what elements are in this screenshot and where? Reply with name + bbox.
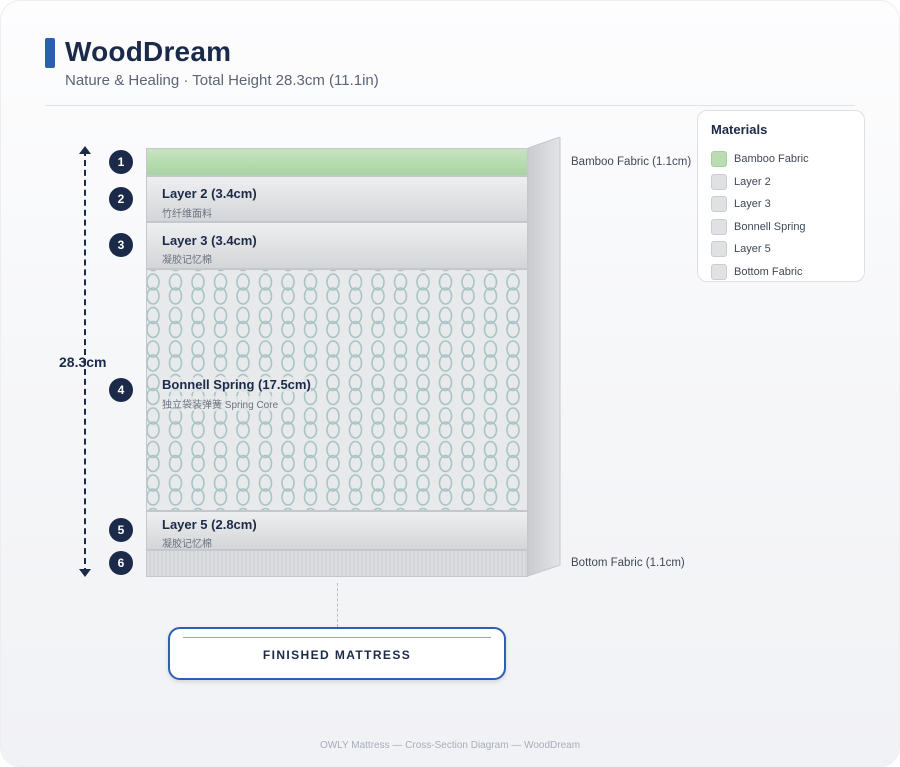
- layer-title: Layer 2 (3.4cm): [162, 186, 257, 201]
- legend-swatch: [711, 241, 727, 257]
- layer-6-bottom-fabric: [146, 550, 528, 577]
- legend-label: Layer 3: [734, 198, 771, 210]
- legend-swatch: [711, 196, 727, 212]
- mattress-side-face: [528, 137, 561, 577]
- layer-title: Layer 3 (3.4cm): [162, 233, 257, 248]
- finished-box-rule: [183, 637, 491, 638]
- legend-label: Layer 5: [734, 243, 771, 255]
- layer-2: Layer 2 (3.4cm) 竹纤维面料: [146, 176, 528, 222]
- connector-line: [337, 583, 338, 627]
- layer-1-bamboo-fabric: [146, 148, 528, 176]
- height-dimension-label: 28.3cm: [59, 354, 107, 370]
- finished-mattress-box: FINISHED MATTRESS: [168, 627, 506, 680]
- layer-5: Layer 5 (2.8cm) 凝胶记忆棉: [146, 511, 528, 550]
- legend-label: Bamboo Fabric: [734, 153, 809, 165]
- legend-label: Layer 2: [734, 176, 771, 188]
- legend-swatch: [711, 151, 727, 167]
- arrow-down-icon: [79, 569, 91, 577]
- layer-number-badge: 6: [109, 551, 133, 575]
- legend-title: Materials: [711, 122, 768, 137]
- layer-number-badge: 1: [109, 150, 133, 174]
- page-subtitle: Nature & Healing · Total Height 28.3cm (…: [65, 72, 379, 89]
- layer-number-badge: 4: [109, 378, 133, 402]
- layer-subtitle: 凝胶记忆棉: [162, 539, 212, 550]
- layer-4-bonnell-spring: Bonnell Spring (17.5cm) 独立袋装弹簧 Spring Co…: [146, 269, 528, 511]
- page: WoodDream Nature & Healing · Total Heigh…: [0, 0, 900, 767]
- arrow-up-icon: [79, 146, 91, 154]
- legend-swatch: [711, 219, 727, 235]
- bottom-fabric-label: Bottom Fabric (1.1cm): [571, 557, 685, 569]
- layer-number-badge: 2: [109, 187, 133, 211]
- page-title: WoodDream: [65, 36, 232, 67]
- title-accent-bar: [45, 38, 55, 68]
- legend-swatch: [711, 264, 727, 280]
- legend-label: Bottom Fabric: [734, 266, 803, 278]
- legend-label: Bonnell Spring: [734, 221, 806, 233]
- layer-title: Bonnell Spring (17.5cm): [162, 377, 311, 392]
- header-divider: [45, 105, 855, 106]
- legend-swatch: [711, 174, 727, 190]
- layer-subtitle: 独立袋装弹簧 Spring Core: [162, 396, 279, 411]
- finished-mattress-label: FINISHED MATTRESS: [262, 648, 412, 662]
- layer-3: Layer 3 (3.4cm) 凝胶记忆棉: [146, 222, 528, 269]
- footer-caption: OWLY Mattress — Cross-Section Diagram — …: [319, 740, 581, 751]
- top-fabric-label: Bamboo Fabric (1.1cm): [571, 156, 692, 168]
- layer-subtitle: 凝胶记忆棉: [162, 255, 212, 266]
- layer-title: Layer 5 (2.8cm): [162, 517, 257, 532]
- materials-legend: Materials Bamboo Fabric Layer 2 Layer 3 …: [697, 110, 865, 282]
- layer-subtitle: 竹纤维面料: [162, 209, 212, 220]
- layer-number-badge: 3: [109, 233, 133, 257]
- layer-number-badge: 5: [109, 518, 133, 542]
